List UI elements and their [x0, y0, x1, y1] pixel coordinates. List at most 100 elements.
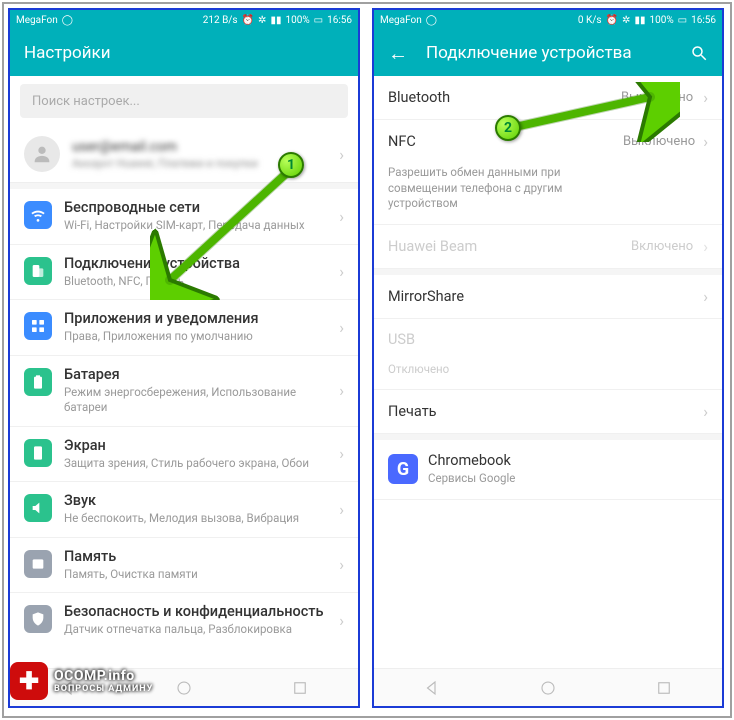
row-subtitle: Датчик отпечатка пальца, Разблокировка: [64, 622, 327, 638]
settings-row-battery[interactable]: Батарея Режим энергосбережения, Использов…: [10, 356, 358, 427]
row-bluetooth[interactable]: Bluetooth Выключено ›: [374, 76, 722, 120]
watermark-logo-icon: ✚: [10, 662, 48, 700]
row-subtitle: Bluetooth, NFC, Печать: [64, 274, 327, 290]
row-title: Подключение устройства: [64, 255, 327, 272]
row-title: MirrorShare: [388, 288, 693, 305]
search-input[interactable]: Поиск настроек...: [20, 84, 348, 118]
wifi-icon: [24, 201, 52, 229]
status-bar: MegaFon ◯ 0 K/s ⏰ ✲ ▮▮ 100% ▭ 16:56: [374, 10, 722, 30]
battery-icon: ▭: [678, 15, 687, 26]
settings-row-device[interactable]: Подключение устройства Bluetooth, NFC, Пе…: [10, 245, 358, 301]
row-title: Экран: [64, 437, 327, 454]
carrier-ring-icon: ◯: [62, 15, 73, 26]
annotation-badge-2: 2: [495, 115, 521, 141]
row-usb: USB Отключено: [374, 319, 722, 391]
row-nfc[interactable]: NFC Выключено › Разрешить обмен данными …: [374, 120, 722, 225]
row-subtitle: Права, Приложения по умолчанию: [64, 329, 327, 345]
watermark: ✚ OCOMP.info ВОПРОСЫ АДМИНУ: [10, 662, 153, 700]
app-bar: ← Подключение устройства: [374, 30, 722, 76]
chevron-right-icon: ›: [339, 145, 344, 164]
device-icon: [24, 257, 52, 285]
nav-recent-icon[interactable]: [655, 679, 673, 697]
row-subtitle: Режим энергосбережения, Использование ба…: [64, 385, 327, 416]
chromebook-icon: G: [388, 454, 418, 484]
row-title: Печать: [388, 403, 693, 420]
row-subtitle: Сервисы Google: [428, 471, 708, 487]
chevron-right-icon: ›: [703, 287, 708, 306]
signal-icon: ▮▮: [634, 15, 645, 26]
chevron-right-icon: ›: [703, 88, 708, 107]
row-title: USB: [388, 331, 708, 348]
avatar-icon: [24, 136, 60, 172]
nav-back-icon[interactable]: [423, 679, 441, 697]
row-print[interactable]: Печать ›: [374, 390, 722, 434]
chevron-right-icon: ›: [703, 132, 708, 151]
watermark-site: OCOMP.info: [54, 668, 153, 684]
wifi-icon: ✲: [258, 15, 266, 26]
chevron-right-icon: ›: [339, 318, 344, 337]
row-subtitle: Разрешить обмен данными при совмещении т…: [388, 165, 598, 212]
settings-row-security[interactable]: Безопасность и конфиденциальность Датчик …: [10, 593, 358, 648]
security-icon: [24, 605, 52, 633]
row-title: Приложения и уведомления: [64, 310, 327, 327]
row-subtitle: Память, Очистка памяти: [64, 567, 327, 583]
row-title: Беспроводные сети: [64, 199, 327, 216]
row-title: Bluetooth: [388, 89, 611, 106]
battery-icon: [24, 368, 52, 396]
chevron-right-icon: ›: [339, 381, 344, 400]
battery-pct: 100%: [649, 15, 673, 26]
row-title: Память: [64, 548, 327, 565]
settings-row-sound[interactable]: ЗвукНе беспокоить, Мелодия вызова, Вибра…: [10, 482, 358, 538]
settings-list: Беспроводные сети Wi-Fi, Настройки SIM-ка…: [10, 183, 358, 648]
row-title: Huawei Beam: [388, 238, 621, 255]
settings-row-apps[interactable]: Приложения и уведомления Права, Приложени…: [10, 300, 358, 356]
settings-row-screen[interactable]: Экран Защита зрения, Стиль рабочего экран…: [10, 427, 358, 483]
chevron-right-icon: ›: [339, 444, 344, 463]
alarm-icon: ⏰: [242, 15, 254, 26]
signal-icon: ▮▮: [270, 15, 281, 26]
apps-icon: [24, 312, 52, 340]
search-icon[interactable]: [690, 44, 708, 62]
back-arrow-icon[interactable]: ←: [388, 41, 408, 66]
screen-icon: [24, 439, 52, 467]
chevron-right-icon: ›: [339, 555, 344, 574]
row-subtitle: Отключено: [388, 362, 598, 378]
row-title: Chromebook: [428, 452, 708, 469]
chevron-right-icon: ›: [339, 500, 344, 519]
carrier-label: MegaFon: [16, 15, 58, 26]
row-title: Батарея: [64, 366, 327, 383]
chevron-right-icon: ›: [339, 611, 344, 630]
watermark-sub: ВОПРОСЫ АДМИНУ: [54, 684, 153, 694]
settings-row-wifi[interactable]: Беспроводные сети Wi-Fi, Настройки SIM-ка…: [10, 189, 358, 245]
chevron-right-icon: ›: [703, 237, 708, 256]
system-nav-bar: [374, 668, 722, 706]
sound-icon: [24, 494, 52, 522]
settings-row-storage[interactable]: Память Память, Очистка памяти ›: [10, 538, 358, 594]
battery-pct: 100%: [285, 15, 309, 26]
phone-left: MegaFon ◯ 212 B/s ⏰ ✲ ▮▮ 100% ▭ 16:56 На…: [8, 8, 360, 708]
row-subtitle: Wi-Fi, Настройки SIM-карт, Передача данн…: [64, 218, 327, 234]
phone-right: MegaFon ◯ 0 K/s ⏰ ✲ ▮▮ 100% ▭ 16:56 ← По…: [372, 8, 724, 708]
app-bar: Настройки: [10, 30, 358, 76]
page-title: Подключение устройства: [426, 43, 632, 63]
nav-home-icon[interactable]: [539, 679, 557, 697]
clock: 16:56: [691, 15, 716, 26]
row-value: Выключено: [623, 134, 695, 149]
account-row[interactable]: user@email.com Аккаунт Huawei, Платежи и…: [10, 126, 358, 183]
nav-recent-icon[interactable]: [291, 679, 309, 697]
alarm-icon: ⏰: [606, 15, 618, 26]
nav-home-icon[interactable]: [175, 679, 193, 697]
row-subtitle: Не беспокоить, Мелодия вызова, Вибрация: [64, 511, 327, 527]
net-speed: 0 K/s: [578, 15, 602, 26]
carrier-ring-icon: ◯: [426, 15, 437, 26]
search-placeholder: Поиск настроек...: [32, 94, 140, 109]
row-title: Безопасность и конфиденциальность: [64, 603, 327, 620]
carrier-label: MegaFon: [380, 15, 422, 26]
row-mirrorshare[interactable]: MirrorShare ›: [374, 275, 722, 319]
storage-icon: [24, 550, 52, 578]
row-huawei-beam: Huawei Beam Включено ›: [374, 225, 722, 269]
row-subtitle: Защита зрения, Стиль рабочего экрана, Об…: [64, 456, 327, 472]
row-value: Выключено: [621, 90, 693, 105]
wifi-icon: ✲: [622, 15, 630, 26]
row-chromebook[interactable]: G Chromebook Сервисы Google: [374, 440, 722, 500]
